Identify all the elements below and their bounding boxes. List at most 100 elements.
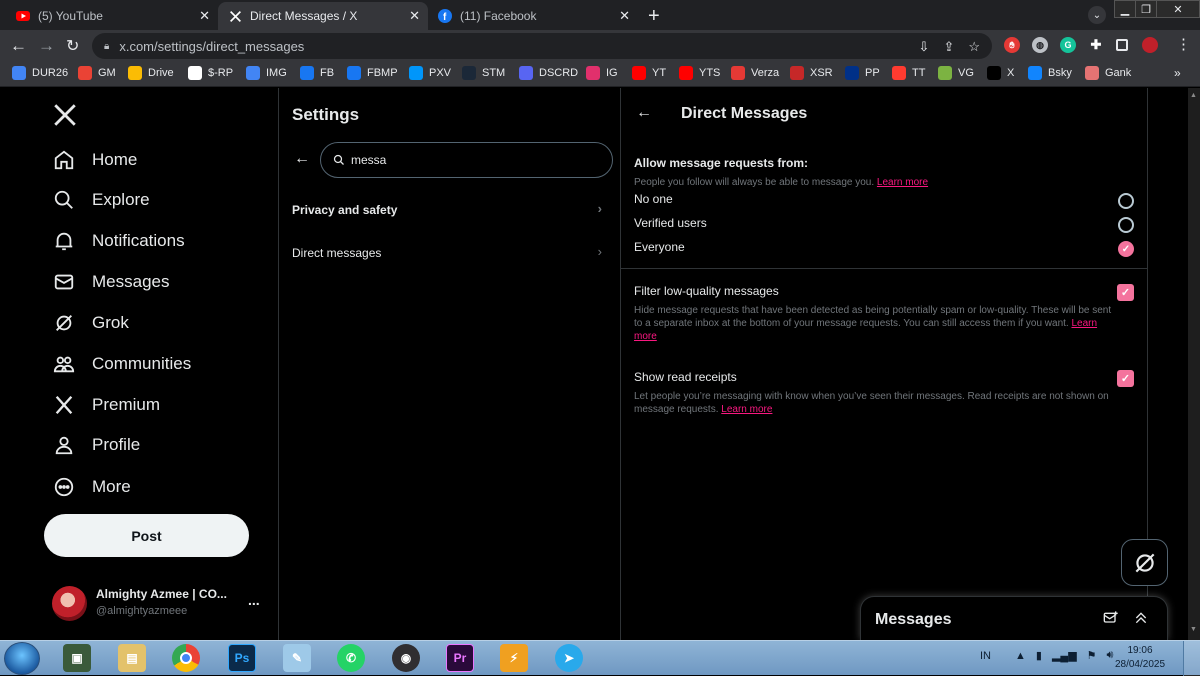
photoshop-icon[interactable]: Ps xyxy=(228,644,256,672)
bookmark-verza[interactable]: Verza xyxy=(731,66,779,80)
page-scrollbar[interactable]: ▲ ▼ xyxy=(1188,88,1200,640)
bookmarks-overflow-icon[interactable]: » xyxy=(1174,66,1181,80)
learn-more-link[interactable]: more xyxy=(634,331,657,342)
grok-floating-button[interactable] xyxy=(1121,539,1168,586)
premiere-icon[interactable]: Pr xyxy=(446,644,474,672)
nav-communities[interactable]: Communities xyxy=(52,349,191,379)
install-app-icon[interactable]: ⇩ xyxy=(919,39,930,55)
tab-direct-messages[interactable]: Direct Messages / X ✕ xyxy=(218,2,428,30)
nav-notifications[interactable]: Notifications xyxy=(52,226,185,256)
expand-up-icon[interactable] xyxy=(1133,610,1149,629)
bookmark-drive[interactable]: Drive xyxy=(128,66,174,80)
bookmark-img[interactable]: IMG xyxy=(246,66,287,80)
bookmark-fb[interactable]: FB xyxy=(300,66,334,80)
nav-messages[interactable]: Messages xyxy=(52,267,169,297)
bookmark-pp[interactable]: PP xyxy=(845,66,880,80)
telegram-icon[interactable]: ➤ xyxy=(555,644,583,672)
forward-icon[interactable]: → xyxy=(38,36,55,56)
read-receipts-row[interactable]: Show read receipts ✓ xyxy=(634,370,1134,388)
new-tab-icon[interactable]: + xyxy=(648,5,660,28)
share-icon[interactable]: ⇪ xyxy=(943,39,954,55)
start-button[interactable] xyxy=(4,642,40,675)
filter-low-quality-row[interactable]: Filter low-quality messages ✓ xyxy=(634,284,1134,302)
account-more-icon[interactable]: ... xyxy=(248,592,260,608)
computer-icon[interactable]: ▣ xyxy=(63,644,91,672)
notepad-icon[interactable]: ✎ xyxy=(283,644,311,672)
option-verified-users[interactable]: Verified users xyxy=(634,216,1134,234)
browser-menu-icon[interactable]: ⋮ xyxy=(1176,35,1191,53)
result-privacy-and-safety[interactable]: Privacy and safety › xyxy=(292,200,612,220)
minimize-icon[interactable]: ▁ xyxy=(1114,0,1136,18)
radio-button[interactable] xyxy=(1118,217,1134,233)
bookmark-stm[interactable]: STM xyxy=(462,66,505,80)
tab-facebook[interactable]: f (11) Facebook ✕ xyxy=(428,2,638,30)
bookmark-dscrd[interactable]: DSCRD xyxy=(519,66,578,80)
filter-checkbox[interactable]: ✓ xyxy=(1117,284,1134,301)
tab-search-icon[interactable]: ⌄ xyxy=(1088,6,1106,24)
radio-selected-check-icon[interactable]: ✓ xyxy=(1118,241,1134,257)
nav-grok[interactable]: Grok xyxy=(52,308,129,338)
bookmark-vg[interactable]: VG xyxy=(938,66,974,80)
close-window-icon[interactable]: ✕ xyxy=(1156,0,1200,18)
system-clock[interactable]: 19:06 28/04/2025 xyxy=(1112,644,1168,672)
reload-icon[interactable]: ↻ xyxy=(66,36,79,56)
side-panel-icon[interactable] xyxy=(1116,39,1128,51)
close-tab-icon[interactable]: ✕ xyxy=(199,8,210,24)
bookmark-fbmp[interactable]: FBMP xyxy=(347,66,398,80)
extension-hand-icon[interactable]: ✋︎ xyxy=(1004,37,1020,53)
read-receipts-checkbox[interactable]: ✓ xyxy=(1117,370,1134,387)
bookmark-ig[interactable]: IG xyxy=(586,66,618,80)
obs-icon[interactable]: ◉ xyxy=(392,644,420,672)
x-logo-icon[interactable] xyxy=(52,102,78,128)
grammarly-icon[interactable]: G xyxy=(1060,37,1076,53)
winamp-icon[interactable]: ⚡︎ xyxy=(500,644,528,672)
nav-profile[interactable]: Profile xyxy=(52,430,140,460)
nav-explore[interactable]: Explore xyxy=(52,185,150,215)
power-icon[interactable]: ▮ xyxy=(1036,649,1042,662)
bookmark-bsky[interactable]: Bsky xyxy=(1028,66,1072,80)
scroll-up-icon[interactable]: ▲ xyxy=(1190,92,1197,99)
profile-avatar-icon[interactable] xyxy=(1142,37,1158,53)
nav-more[interactable]: More xyxy=(52,472,131,502)
post-button[interactable]: Post xyxy=(44,514,249,557)
learn-more-link[interactable]: Learn xyxy=(1071,318,1097,329)
bookmark-yt[interactable]: YT xyxy=(632,66,666,80)
network-signal-icon[interactable]: ▂▄▆ xyxy=(1052,649,1077,662)
explorer-icon[interactable]: ▤ xyxy=(118,644,146,672)
restore-icon[interactable]: ❐ xyxy=(1135,0,1157,18)
bookmark-x[interactable]: X xyxy=(987,66,1014,80)
tab-youtube[interactable]: (5) YouTube ✕ xyxy=(6,2,218,30)
bookmark-xsr[interactable]: XSR xyxy=(790,66,833,80)
bookmark--rp[interactable]: $-RP xyxy=(188,66,233,80)
bookmark-star-icon[interactable]: ☆ xyxy=(968,39,980,55)
result-direct-messages[interactable]: Direct messages › xyxy=(292,243,612,263)
language-indicator[interactable]: IN xyxy=(980,650,991,662)
show-desktop-button[interactable] xyxy=(1183,641,1200,676)
bookmark-dur26[interactable]: DUR26 xyxy=(12,66,68,80)
learn-more-link[interactable]: Learn more xyxy=(721,404,772,415)
close-tab-icon[interactable]: ✕ xyxy=(409,8,420,24)
bookmark-gank[interactable]: Gank xyxy=(1085,66,1131,80)
address-bar[interactable]: 🔒︎ x.com/settings/direct_messages ⇩ ⇪ ☆ xyxy=(92,33,992,59)
bookmark-pxv[interactable]: PXV xyxy=(409,66,451,80)
back-icon[interactable]: ← xyxy=(10,36,27,56)
learn-more-link[interactable]: Learn more xyxy=(877,177,928,188)
whatsapp-icon[interactable]: ✆ xyxy=(337,644,365,672)
bookmark-gm[interactable]: GM xyxy=(78,66,116,80)
radio-button[interactable] xyxy=(1118,193,1134,209)
account-switcher[interactable]: Almighty Azmee | CO... @almightyazmeee .… xyxy=(52,586,267,622)
chrome-icon[interactable] xyxy=(172,644,200,672)
scroll-down-icon[interactable]: ▼ xyxy=(1190,626,1197,633)
show-hidden-icons-icon[interactable]: ▲ xyxy=(1015,650,1026,662)
new-message-icon[interactable] xyxy=(1103,610,1119,629)
extensions-puzzle-icon[interactable]: ✚ xyxy=(1088,37,1104,53)
flag-icon[interactable]: ⚑ xyxy=(1087,649,1097,662)
nav-home[interactable]: Home xyxy=(52,145,137,175)
option-no-one[interactable]: No one xyxy=(634,192,1134,210)
messages-drawer[interactable]: Messages xyxy=(860,596,1168,640)
back-arrow-icon[interactable]: ← xyxy=(294,150,310,168)
back-arrow-icon[interactable]: ← xyxy=(636,104,652,122)
nav-premium[interactable]: Premium xyxy=(52,390,160,420)
extension-globe-icon[interactable]: ◍ xyxy=(1032,37,1048,53)
bookmark-tt[interactable]: TT xyxy=(892,66,925,80)
